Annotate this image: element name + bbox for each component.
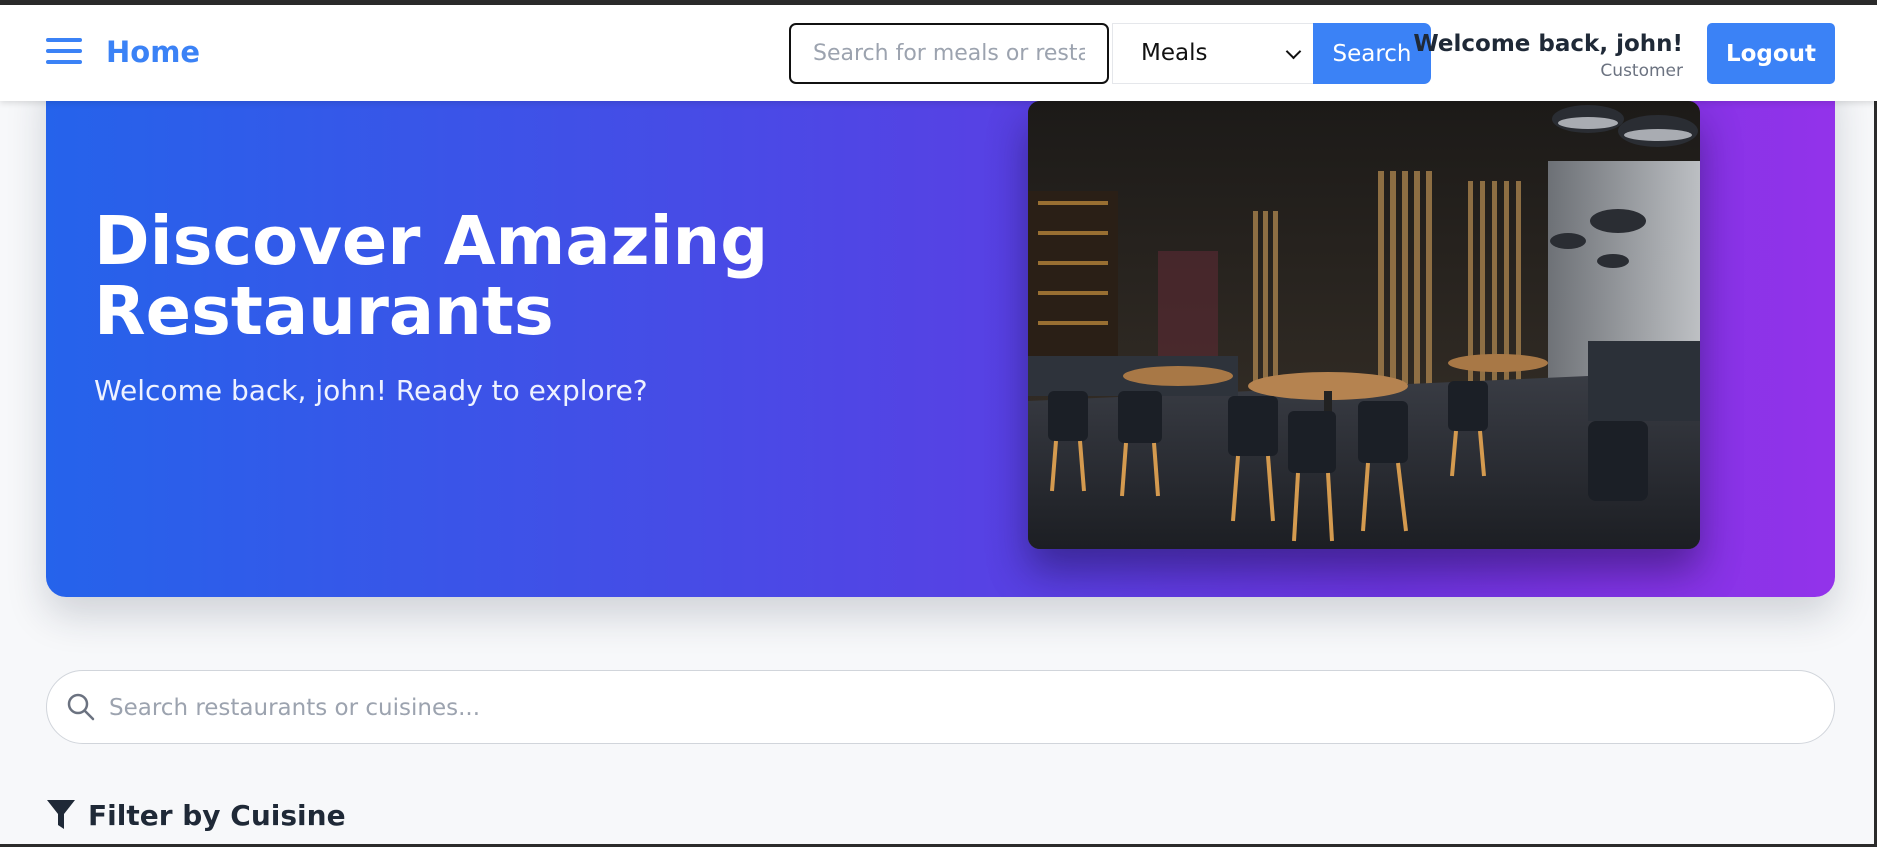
chevron-down-icon (1285, 43, 1302, 60)
restaurant-search-input[interactable] (107, 671, 1811, 745)
search-icon (67, 693, 95, 721)
filter-heading: Filter by Cuisine (88, 798, 346, 832)
filter-section-header: Filter by Cuisine (46, 795, 346, 835)
home-link[interactable]: Home (106, 35, 200, 69)
navbar: Home Meals Search Welcome back, john! Cu… (0, 5, 1877, 101)
user-role: Customer (1600, 61, 1683, 81)
hamburger-menu-icon[interactable] (46, 38, 82, 70)
user-greeting: Welcome back, john! Customer (1413, 31, 1683, 81)
search-type-value: Meals (1141, 40, 1208, 66)
logout-button[interactable]: Logout (1707, 23, 1835, 84)
meal-search-input[interactable] (789, 23, 1109, 84)
restaurant-interior-image (1028, 101, 1700, 549)
restaurant-photo-illustration (1028, 101, 1700, 549)
hero-title: Discover Amazing Restaurants (94, 202, 769, 350)
search-type-select[interactable]: Meals (1112, 23, 1314, 84)
hero-subtitle: Welcome back, john! Ready to explore? (94, 374, 648, 407)
welcome-message: Welcome back, john! (1413, 31, 1683, 57)
funnel-icon (47, 800, 75, 829)
restaurant-search-bar (46, 670, 1835, 745)
hero-banner: Discover Amazing Restaurants Welcome bac… (46, 60, 1835, 597)
